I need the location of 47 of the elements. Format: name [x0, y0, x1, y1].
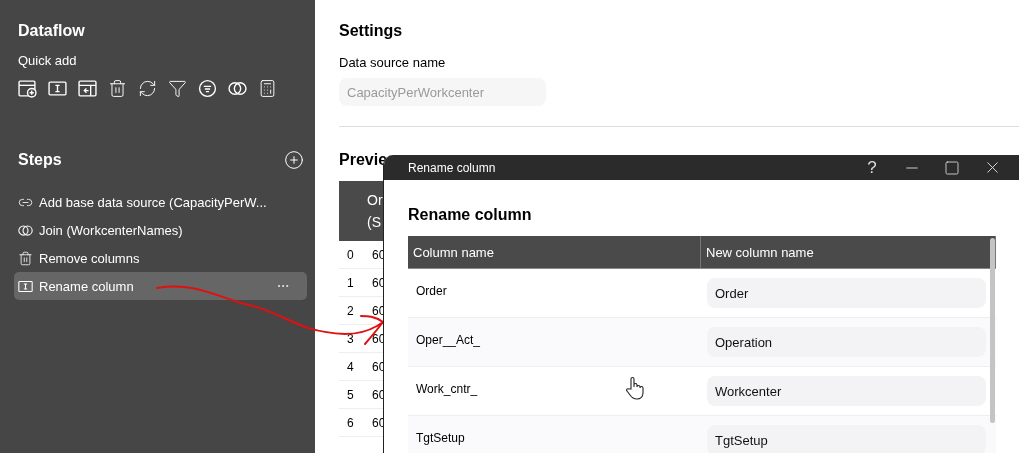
- rename-icon[interactable]: [48, 79, 67, 98]
- step-item[interactable]: Join (WorkcenterNames): [14, 216, 307, 244]
- row-index: 0: [346, 247, 355, 262]
- maximize-icon[interactable]: [944, 159, 960, 176]
- row-index: 6: [346, 415, 355, 430]
- column-header: Or (S: [367, 191, 384, 232]
- step-item[interactable]: Add base data source (CapacityPerW...: [14, 188, 307, 216]
- filter-icon[interactable]: [168, 79, 187, 98]
- scrollbar[interactable]: [990, 238, 995, 423]
- join-icon[interactable]: [228, 79, 247, 98]
- row-index: 3: [346, 331, 355, 346]
- sort-icon[interactable]: [198, 79, 217, 98]
- insert-column-icon[interactable]: [78, 79, 97, 98]
- trash-icon: [18, 250, 33, 266]
- table-cell: TgtSetup: [416, 431, 465, 445]
- calculator-icon[interactable]: [258, 79, 277, 98]
- panel-title: Dataflow: [18, 22, 86, 40]
- new-name-field[interactable]: TgtSetup: [707, 425, 986, 453]
- window-title: Rename column: [408, 160, 497, 175]
- field-label: Data source name: [339, 55, 447, 70]
- step-item[interactable]: Rename column: [14, 272, 307, 300]
- section-title: Steps: [18, 151, 62, 169]
- row-index: 5: [346, 387, 355, 402]
- table-cell: Work_cntr_: [416, 382, 478, 396]
- table-cell: Order: [416, 284, 447, 298]
- column-header: Column name: [408, 236, 701, 268]
- step-item[interactable]: Remove columns: [14, 244, 307, 272]
- hand-cursor-icon: [626, 376, 644, 400]
- join-icon: [18, 222, 33, 238]
- add-icon[interactable]: [284, 150, 304, 170]
- section-title: Previe: [339, 151, 388, 169]
- new-name-field[interactable]: Operation: [707, 327, 986, 357]
- table-cell: Oper__Act_: [416, 333, 481, 347]
- trash-icon[interactable]: [108, 79, 127, 98]
- new-name-field[interactable]: Order: [707, 278, 986, 308]
- rename-icon: [18, 278, 33, 294]
- help-button[interactable]: ?: [852, 157, 892, 178]
- refresh-icon[interactable]: [138, 79, 157, 98]
- dialog-heading: Rename column: [408, 206, 533, 224]
- add-table-icon[interactable]: [18, 79, 37, 98]
- row-index: 4: [346, 359, 355, 374]
- name-field[interactable]: CapacityPerWorkcenter: [339, 78, 546, 106]
- new-name-field[interactable]: Workcenter: [707, 376, 986, 406]
- row-index: 2: [346, 303, 355, 318]
- section-label: Quick add: [18, 53, 78, 68]
- row-index: 1: [346, 275, 355, 290]
- section-title: Settings: [339, 22, 404, 40]
